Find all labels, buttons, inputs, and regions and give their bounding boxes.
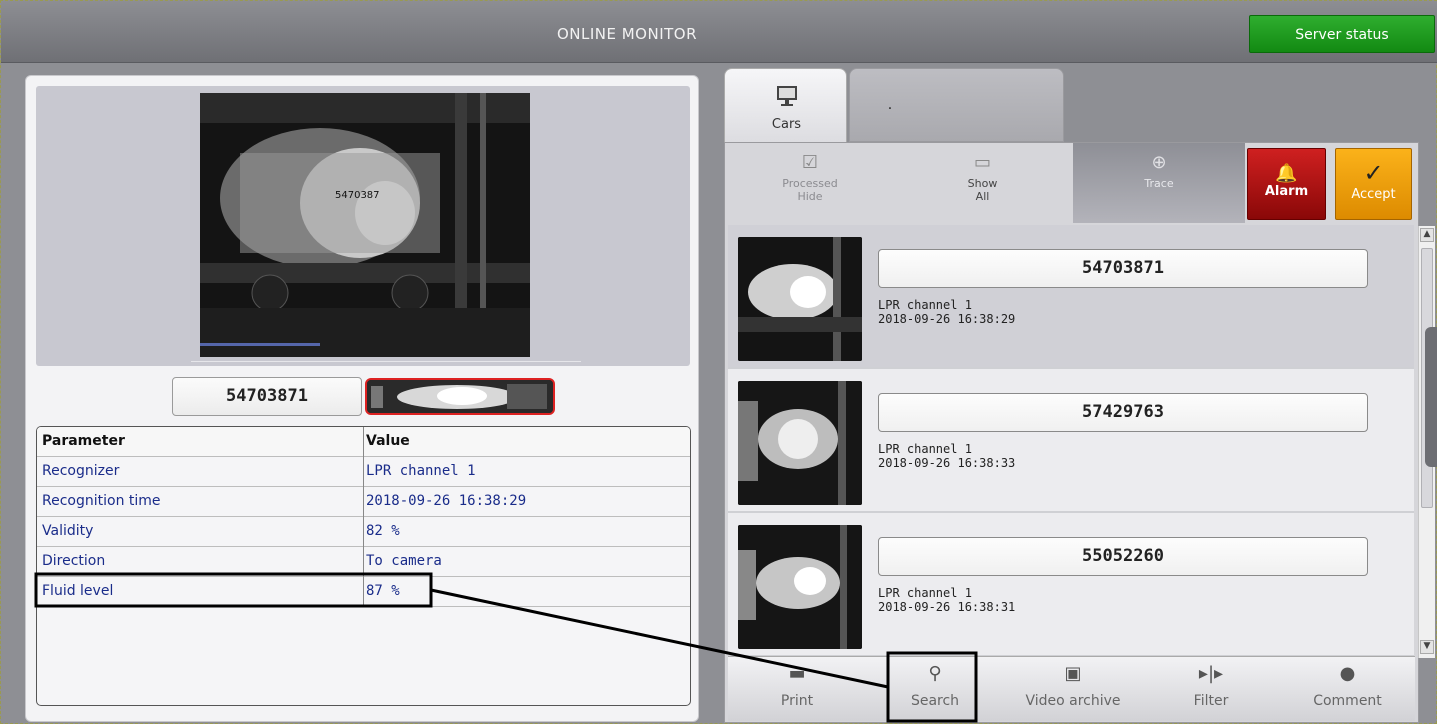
car-channel: LPR channel 1 (878, 442, 972, 456)
server-status-button[interactable]: Server status (1249, 15, 1435, 53)
search-button[interactable]: ⚲ Search (866, 657, 1004, 722)
title-bar: ONLINE MONITOR Server status (1, 1, 1437, 63)
table-row[interactable]: Fluid level 87 % (37, 577, 690, 607)
table-row[interactable]: Recognizer LPR channel 1 (37, 457, 690, 487)
plate-crop-thumbnail[interactable] (365, 378, 555, 415)
bottom-toolbar: ▬ Print ⚲ Search ▣ Video archive ▸|▸ Fil… (728, 656, 1415, 721)
print-button[interactable]: ▬ Print (728, 657, 866, 722)
film-icon: ▣ (1064, 663, 1082, 684)
param-value: 87 % (366, 583, 400, 599)
param-value: 2018-09-26 16:38:29 (366, 493, 527, 509)
car-thumbnail (738, 237, 862, 361)
cars-list[interactable]: 54703871 LPR channel 1 2018-09-26 16:38:… (728, 225, 1414, 657)
monitor-icon (777, 86, 797, 106)
video-archive-button[interactable]: ▣ Video archive (1004, 657, 1142, 722)
list-item[interactable]: 54703871 LPR channel 1 2018-09-26 16:38:… (728, 225, 1414, 367)
printer-icon: ▬ (788, 663, 806, 684)
search-icon: ⚲ (928, 663, 942, 684)
page-title: ONLINE MONITOR (556, 25, 698, 43)
plate-number-display: 54703871 (172, 377, 362, 416)
car-timestamp: 2018-09-26 16:38:29 (878, 312, 1016, 326)
scroll-up-arrow-icon[interactable]: ▲ (1420, 228, 1434, 242)
filter-button[interactable]: ▸|▸ Filter (1142, 657, 1280, 722)
alarm-button[interactable]: 🔔 Alarm (1247, 148, 1326, 220)
event-details-panel: 5470387 54703871 Parameter Value Recogni… (25, 75, 699, 722)
panel-resize-handle[interactable] (1425, 327, 1437, 467)
parameters-table: Parameter Value Recognizer LPR channel 1… (36, 426, 691, 706)
scroll-down-arrow-icon[interactable]: ▼ (1420, 640, 1434, 654)
column-header-value: Value (366, 433, 410, 449)
show-all-button[interactable]: ▭ Show All (895, 143, 1070, 223)
filter-icon: ▸|▸ (1198, 663, 1224, 684)
bell-icon: 🔔 (1275, 163, 1298, 184)
param-value: LPR channel 1 (366, 463, 476, 479)
param-value: To camera (366, 553, 442, 569)
accept-button[interactable]: ✓ Accept (1335, 148, 1412, 220)
param-name: Recognition time (42, 493, 161, 509)
car-thumbnail (738, 381, 862, 505)
camera-frame-image: 5470387 (200, 93, 530, 357)
list-item[interactable]: 57429763 LPR channel 1 2018-09-26 16:38:… (728, 369, 1414, 511)
param-name: Validity (42, 523, 94, 539)
processed-hide-button[interactable]: ☑ Processed Hide (725, 143, 895, 223)
svg-text:5470387: 5470387 (335, 190, 380, 201)
comment-button[interactable]: ● Comment (1280, 657, 1415, 722)
speech-bubble-icon: ● (1339, 663, 1356, 684)
car-plate-number: 54703871 (878, 249, 1368, 288)
online-monitor-window: ONLINE MONITOR Server status 5470387 547… (0, 0, 1437, 724)
param-name: Recognizer (42, 463, 120, 479)
car-plate-number: 57429763 (878, 393, 1368, 432)
trace-button[interactable]: ⊕ Trace (1073, 143, 1245, 223)
table-header-row: Parameter Value (37, 427, 690, 457)
frame-preview-area: 5470387 (36, 86, 690, 366)
param-name: Fluid level (42, 583, 114, 599)
tab-secondary-label: . (887, 97, 893, 113)
param-name: Direction (42, 553, 106, 569)
car-timestamp: 2018-09-26 16:38:31 (878, 600, 1016, 614)
table-row[interactable]: Direction To camera (37, 547, 690, 577)
column-header-parameter: Parameter (42, 433, 125, 449)
list-item[interactable]: 55052260 LPR channel 1 2018-09-26 16:38:… (728, 513, 1414, 655)
cars-panel: ☑ Processed Hide ▭ Show All ⊕ Trace 🔔 Al… (724, 142, 1435, 723)
table-row[interactable]: Recognition time 2018-09-26 16:38:29 (37, 487, 690, 517)
car-timestamp: 2018-09-26 16:38:33 (878, 456, 1016, 470)
car-plate-number: 55052260 (878, 537, 1368, 576)
car-channel: LPR channel 1 (878, 586, 972, 600)
car-channel: LPR channel 1 (878, 298, 972, 312)
layout-icon: ▭ (973, 152, 991, 173)
car-thumbnail (738, 525, 862, 649)
tab-secondary[interactable]: . (849, 68, 1064, 142)
checkmark-icon: ✓ (1363, 159, 1384, 187)
checkbox-icon: ☑ (801, 152, 819, 173)
tab-cars[interactable]: Cars (724, 68, 847, 144)
table-row[interactable]: Validity 82 % (37, 517, 690, 547)
crosshair-icon: ⊕ (1151, 152, 1167, 173)
param-value: 82 % (366, 523, 400, 539)
frame-divider (191, 361, 581, 362)
tab-cars-label: Cars (771, 117, 802, 132)
